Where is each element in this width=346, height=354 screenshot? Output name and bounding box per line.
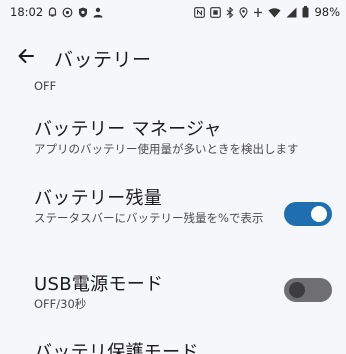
usb-power-mode-item[interactable]: USB電源モード OFF/30秒 [0,273,346,313]
back-arrow-icon [17,47,35,69]
signal-icon [286,7,297,18]
battery-percentage-toggle[interactable] [284,202,332,226]
wifi-icon [268,7,281,18]
item-title: USB電源モード [34,274,164,295]
item-title: バッテリー残量 [34,188,163,209]
shield-icon [78,7,88,18]
page-title: バッテリー [54,48,152,71]
item-text: USB電源モード OFF/30秒 [34,273,264,313]
data-saver-icon [253,7,263,18]
toggle-thumb [289,282,305,298]
partial-item-summary: OFF [34,79,57,93]
status-bar: 18:02 98% [0,0,346,24]
item-summary: アプリのバッテリー使用量が多いときを検出します [34,142,299,156]
nfc-icon [194,6,206,18]
status-bar-right: 98% [194,5,340,19]
item-summary: OFF/30秒 [34,297,87,311]
back-button[interactable] [4,38,48,78]
bluetooth-icon [226,6,234,18]
toggle-thumb [311,206,327,222]
item-title: バッテリー マネージャ [34,119,222,140]
battery-percentage-item[interactable]: バッテリー残量 ステータスバーにバッテリー残量を%で表示 [0,187,346,227]
battery-protection-mode-item[interactable]: バッテリ保護モード [0,341,346,354]
item-text: バッテリー残量 ステータスバーにバッテリー残量を%で表示 [34,187,264,227]
battery-manager-item[interactable]: バッテリー マネージャ アプリのバッテリー使用量が多いときを検出します [0,118,346,158]
status-time: 18:02 [10,5,44,19]
person-icon [93,7,103,18]
cast-icon [62,7,73,18]
status-bar-left: 18:02 [10,5,103,19]
item-summary: ステータスバーにバッテリー残量を%で表示 [34,211,264,225]
battery-icon [302,6,309,18]
usb-power-mode-toggle[interactable] [284,278,332,302]
app-toolbar: バッテリー [0,38,346,78]
item-title: バッテリ保護モード [34,342,199,354]
notification-icon [48,6,57,18]
location-icon [239,6,248,18]
screen-record-icon [210,6,222,18]
battery-percent: 98% [314,5,340,19]
